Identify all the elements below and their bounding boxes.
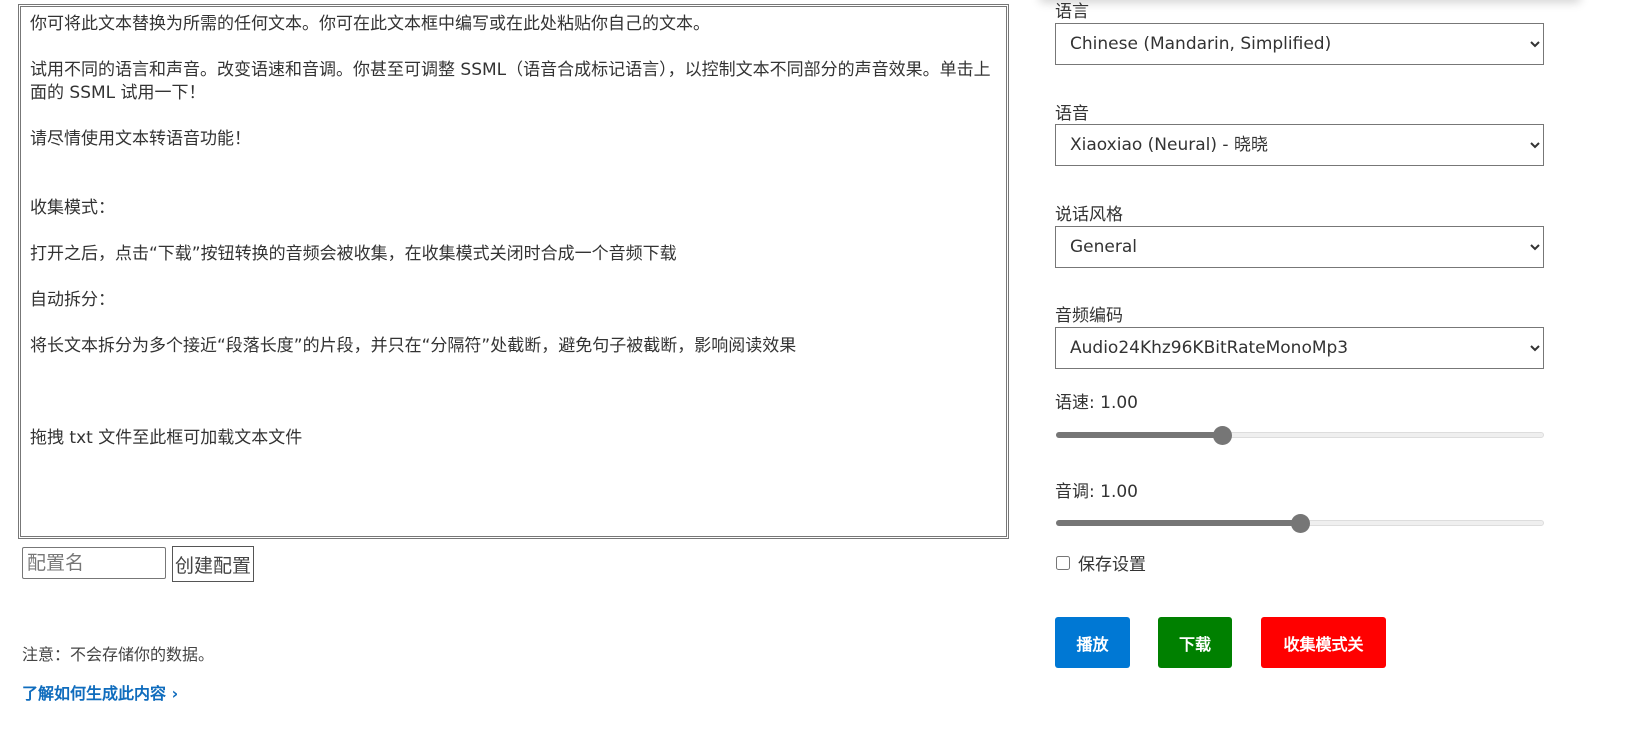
pitch-slider[interactable] — [1056, 514, 1544, 533]
pitch-slider-thumb[interactable] — [1291, 514, 1310, 533]
learn-more-link[interactable]: 了解如何生成此内容 › — [22, 680, 178, 704]
style-select[interactable]: General — [1055, 226, 1544, 268]
codec-label: 音频编码 — [1055, 306, 1123, 326]
codec-select[interactable]: Audio24Khz96KBitRateMonoMp3 — [1055, 327, 1544, 369]
save-settings-label: 保存设置 — [1078, 555, 1146, 575]
privacy-note: 注意：不会存储你的数据。 — [22, 645, 215, 664]
pitch-label: 音调: 1.00 — [1055, 482, 1138, 502]
language-select[interactable]: Chinese (Mandarin, Simplified) — [1055, 23, 1544, 65]
play-button[interactable]: 播放 — [1055, 617, 1130, 668]
save-settings-check[interactable] — [1056, 555, 1070, 570]
download-button[interactable]: 下载 — [1158, 617, 1232, 668]
config-name-input[interactable] — [22, 547, 166, 579]
rate-label: 语速: 1.00 — [1055, 393, 1138, 413]
text-editor[interactable] — [18, 4, 1009, 539]
rate-slider[interactable] — [1056, 426, 1544, 445]
create-config-button[interactable]: 创建配置 — [172, 546, 255, 582]
collect-mode-button[interactable]: 收集模式关 — [1261, 617, 1386, 668]
voice-select[interactable]: Xiaoxiao (Neural) - 晓晓 — [1055, 124, 1544, 166]
rate-slider-thumb[interactable] — [1212, 426, 1232, 445]
style-label: 说话风格 — [1055, 205, 1123, 225]
voice-label: 语音 — [1055, 104, 1089, 124]
save-settings-checkbox[interactable]: 保存设置 — [1056, 550, 1146, 575]
language-label: 语言 — [1055, 2, 1089, 22]
